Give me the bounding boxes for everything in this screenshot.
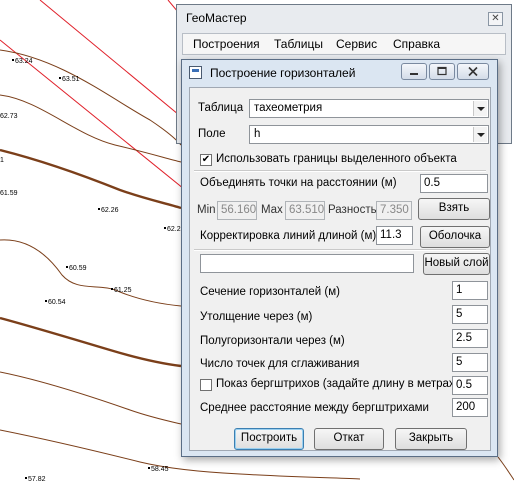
point-label: 61.59 [0,190,18,197]
field-select[interactable]: h [249,125,489,144]
divider [194,170,486,172]
divider [194,249,486,251]
contour-line [0,239,182,307]
difference-label: Разность [328,204,377,216]
point-label: 62.2 [167,226,181,233]
shell-button[interactable]: Оболочка [420,226,490,248]
point-label: 61.25 [114,287,132,294]
thicken-interval-label: Утолщение через (м) [200,311,313,323]
contour-interval-input[interactable]: 1 [452,281,488,300]
dialog-client: Таблица тахеометрия Поле h ✔ Использоват… [189,87,491,451]
point-label: 1 [0,157,4,164]
menu-item-service[interactable]: Сервис [336,37,377,51]
merge-distance-label: Объединять точки на расстоянии (м) [200,177,397,189]
contour-line [497,456,514,481]
layer-name-input[interactable] [200,254,414,273]
point-marker [111,288,113,290]
maximize-icon[interactable] [429,63,455,80]
menu-bar: Построения Таблицы Сервис Справка [182,33,506,55]
point-marker [164,227,166,229]
undo-button[interactable]: Откат [314,428,384,450]
chevron-down-icon[interactable] [473,127,487,142]
smoothing-points-label: Число точек для сглаживания [200,358,360,370]
contour-dialog: Построение горизонталей Таблица тахеомет… [181,59,498,457]
difference-value: 7.350 [376,201,412,220]
point-label: 60.59 [69,265,87,272]
table-select[interactable]: тахеометрия [249,99,489,118]
hachure-distance-label: Среднее расстояние между бергштрихами [200,402,429,414]
dialog-titlebar[interactable]: Построение горизонталей [182,60,497,86]
contour-line [0,148,182,210]
menu-item-tables[interactable]: Таблицы [274,37,323,51]
app-icon [189,66,202,79]
point-label: 63.24 [15,58,33,65]
use-bounds-label: Использовать границы выделенного объекта [216,153,457,165]
point-label: 57.82 [28,476,46,483]
hachure-distance-input[interactable]: 200 [452,398,488,417]
dialog-title: Построение горизонталей [210,66,356,80]
minimize-icon[interactable] [401,63,427,80]
field-select-value: h [254,128,261,140]
contour-interval-label: Сечение горизонталей (м) [200,286,340,298]
survey-points: 63.24 63.51 62.73 1 61.59 62.26 62.2 60.… [0,58,181,483]
field-label: Поле [198,128,226,140]
contour-line [0,316,182,368]
chevron-down-icon[interactable] [473,101,487,116]
menu-item-help[interactable]: Справка [393,37,440,51]
line-correction-input[interactable]: 11.3 [376,226,413,245]
point-label: 63.51 [62,76,80,83]
hachures-checkbox[interactable] [200,379,212,391]
point-marker [148,467,150,469]
min-label: Min [197,204,216,216]
take-button[interactable]: Взять [418,198,490,220]
point-marker [59,77,61,79]
menu-item-constructions[interactable]: Построения [193,37,260,51]
close-icon[interactable]: ✕ [488,12,503,26]
contour-line [0,371,182,425]
max-value: 63.510 [285,201,325,220]
hachure-length-input[interactable]: 0.5 [452,376,488,395]
point-marker [98,208,100,210]
point-label: 58.45 [151,466,169,473]
build-button[interactable]: Построить [234,428,304,450]
close-button[interactable]: Закрыть [395,428,467,450]
max-label: Max [261,204,283,216]
half-contour-label: Полугоризонтали через (м) [200,335,345,347]
merge-distance-input[interactable]: 0.5 [420,174,488,193]
point-label: 62.73 [0,113,18,120]
main-window-title: ГеоМастер [186,11,247,25]
point-label: 60.54 [48,299,66,306]
thicken-interval-input[interactable]: 5 [452,305,488,324]
table-label: Таблица [198,102,244,114]
line-correction-label: Корректировка линий длиной (м) [200,230,377,242]
point-marker [12,59,14,61]
point-marker [25,477,27,479]
close-icon[interactable] [457,63,489,80]
point-label: 62.26 [101,207,119,214]
hachures-label: Показ бергштрихов (задайте длину в метра… [216,378,459,390]
contour-line [0,94,182,163]
table-select-value: тахеометрия [254,102,323,114]
point-marker [45,300,47,302]
main-titlebar[interactable]: ГеоМастер ✕ [177,5,511,31]
min-value: 56.160 [217,201,257,220]
point-marker [66,266,68,268]
new-layer-button[interactable]: Новый слой [423,253,490,275]
smoothing-points-input[interactable]: 5 [452,353,488,372]
half-contour-input[interactable]: 2.5 [452,329,488,348]
use-bounds-checkbox[interactable]: ✔ [200,154,212,166]
